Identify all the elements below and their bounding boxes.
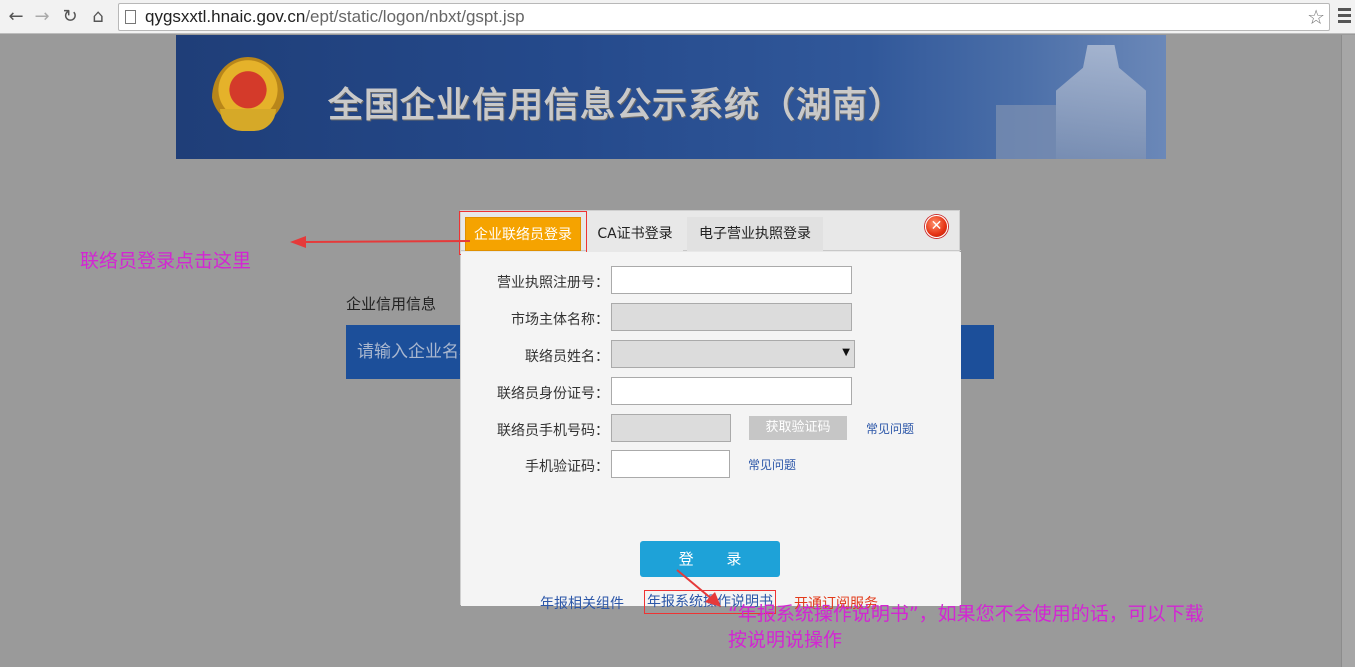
home-icon[interactable]: ⌂ xyxy=(86,5,110,29)
building-image xyxy=(996,105,1056,159)
site-banner: 全国企业信用信息公示系统（湖南） xyxy=(176,35,1166,159)
license-no-row: 营业执照注册号： xyxy=(461,266,961,296)
url-path: /ept/static/logon/nbxt/gspt.jsp xyxy=(305,7,525,26)
browser-toolbar: ← → ↻ ⌂ qygsxxtl.hnaic.gov.cn/ept/static… xyxy=(0,0,1355,34)
faq-link-sms[interactable]: 常见问题 xyxy=(748,456,796,473)
manual-hint-line1: “年报系统操作说明书”，如果您不会使用的话，可以下载 xyxy=(728,603,1204,625)
sms-code-input[interactable] xyxy=(611,450,730,478)
contact-login-hint: 联络员登录点击这里 xyxy=(80,250,252,272)
back-icon[interactable]: ← xyxy=(4,5,28,29)
chevron-down-icon: ▼ xyxy=(842,347,850,358)
contact-phone-input[interactable] xyxy=(611,414,731,442)
contact-phone-row: 联络员手机号码： 获取验证码 常见问题 xyxy=(461,414,961,444)
annotation-arrow-left-icon xyxy=(290,236,470,248)
annotation-arrow-down-icon xyxy=(676,569,721,607)
credit-info-label: 企业信用信息 xyxy=(346,295,437,313)
contact-name-select[interactable]: ▼ xyxy=(611,340,855,368)
login-dialog: 企业联络员登录 CA证书登录 电子营业执照登录 ✕ 营业执照注册号： 市场主体名… xyxy=(459,210,961,614)
url-text[interactable]: qygsxxtl.hnaic.gov.cn/ept/static/logon/n… xyxy=(145,7,525,27)
contact-name-label: 联络员姓名： xyxy=(525,349,609,365)
login-tabs: 企业联络员登录 CA证书登录 电子营业执照登录 ✕ xyxy=(459,211,961,255)
forward-icon[interactable]: → xyxy=(30,5,54,29)
manual-hint-line2: 按说明说操作 xyxy=(728,629,843,651)
annual-report-components-link[interactable]: 年报相关组件 xyxy=(540,593,624,613)
scrollbar[interactable] xyxy=(1341,35,1355,667)
page-icon xyxy=(125,10,136,24)
site-title: 全国企业信用信息公示系统（湖南） xyxy=(328,86,905,126)
contact-phone-label: 联络员手机号码： xyxy=(497,423,609,439)
menu-icon[interactable] xyxy=(1338,8,1351,26)
contact-name-row: 联络员姓名： ▼ xyxy=(461,340,961,370)
highlight-box xyxy=(459,211,587,255)
contact-id-input[interactable] xyxy=(611,377,852,405)
tower-image xyxy=(1056,45,1146,159)
sms-code-row: 手机验证码： 常见问题 xyxy=(461,450,961,480)
tab-ca-login[interactable]: CA证书登录 xyxy=(587,217,683,251)
sms-code-label: 手机验证码： xyxy=(525,459,609,475)
manual-hint: “年报系统操作说明书”，如果您不会使用的话，可以下载 按说明说操作 xyxy=(728,601,1204,653)
address-bar[interactable]: qygsxxtl.hnaic.gov.cn/ept/static/logon/n… xyxy=(118,3,1330,31)
national-emblem-icon xyxy=(212,57,284,139)
url-host: qygsxxtl.hnaic.gov.cn xyxy=(145,7,306,26)
reload-icon[interactable]: ↻ xyxy=(58,5,82,29)
entity-name-row: 市场主体名称： xyxy=(461,303,961,333)
entity-name-label: 市场主体名称： xyxy=(511,312,609,328)
contact-id-row: 联络员身份证号： xyxy=(461,377,961,407)
close-icon[interactable]: ✕ xyxy=(925,215,948,238)
bookmark-star-icon[interactable]: ☆ xyxy=(1307,5,1325,29)
license-no-input[interactable] xyxy=(611,266,852,294)
contact-id-label: 联络员身份证号： xyxy=(497,386,609,402)
license-no-label: 营业执照注册号： xyxy=(497,275,609,291)
faq-link-phone[interactable]: 常见问题 xyxy=(866,420,914,437)
tab-e-license-login[interactable]: 电子营业执照登录 xyxy=(687,217,823,251)
entity-name-input[interactable] xyxy=(611,303,852,331)
login-form: 营业执照注册号： 市场主体名称： 联络员姓名： ▼ 联络员身份证号： 联络员手机… xyxy=(461,252,961,614)
get-code-button[interactable]: 获取验证码 xyxy=(749,416,847,440)
